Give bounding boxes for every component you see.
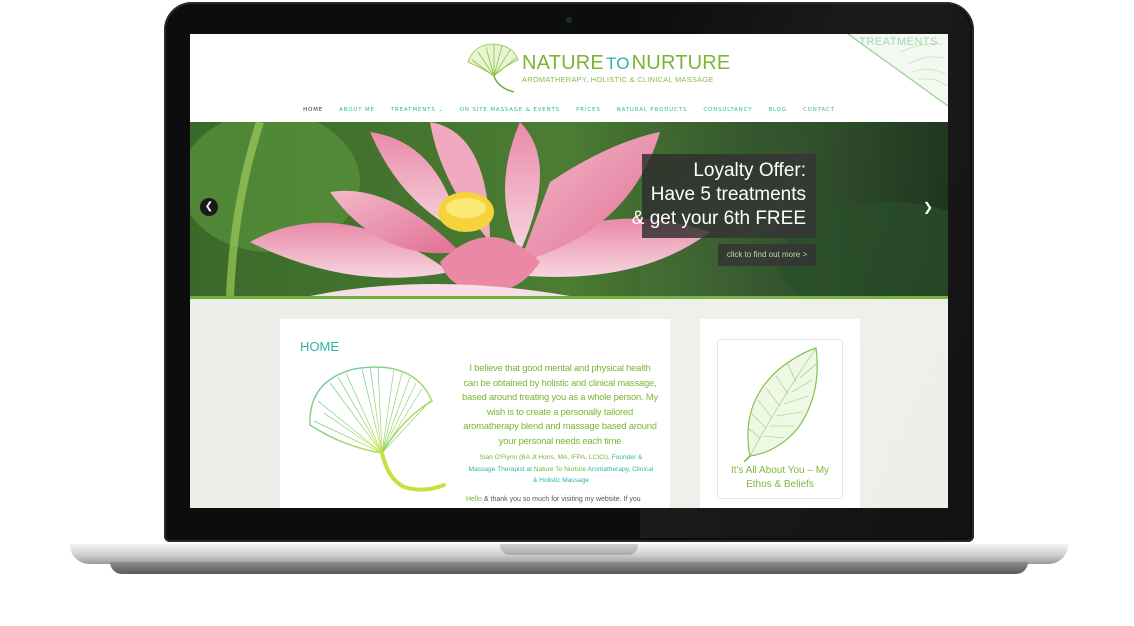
laptop-notch	[500, 544, 638, 555]
site-logo-title[interactable]: NATURE TO NURTURE	[522, 52, 730, 75]
main-nav: HOME ABOUT ME TREATMENTS ⌄ ON SITE MASSA…	[190, 107, 948, 119]
signature: Sian O'Flynn (BA Jt Hons, MA, IFPA, LCIC…	[466, 452, 656, 487]
offer-line-1: Loyalty Offer:	[693, 160, 806, 181]
ethos-widget[interactable]: It's All About You – My Ethos & Beliefs	[717, 339, 843, 499]
logo-word-to: TO	[605, 54, 630, 73]
nav-item-treatments[interactable]: TREATMENTS ⌄	[391, 107, 444, 119]
intro-quote: I believe that good mental and physical …	[462, 362, 658, 446]
find-out-more-button[interactable]: click to find out more >	[718, 244, 816, 266]
nav-item-about-me[interactable]: ABOUT ME	[339, 107, 375, 119]
nav-item-prices[interactable]: PRICES	[576, 107, 601, 119]
nav-item-consultancy[interactable]: CONSULTANCY	[703, 107, 752, 119]
laptop-base-edge	[110, 562, 1028, 574]
slider-next-button[interactable]: ❯	[919, 198, 937, 216]
slider-prev-button[interactable]: ❮	[200, 198, 218, 216]
hello-rest: & thank you so much for visiting my webs…	[483, 496, 641, 503]
camera-icon	[564, 15, 574, 25]
offer-line-3: & get your 6th FREE	[631, 208, 806, 229]
leaf-illustration	[743, 347, 818, 462]
sidebar-card: It's All About You – My Ethos & Beliefs	[700, 319, 860, 508]
hello-word: Hello	[466, 496, 482, 503]
logo-word-nurture: NURTURE	[631, 52, 731, 74]
offer-caption-box: Loyalty Offer: Have 5 treatments & get y…	[632, 154, 816, 238]
nav-item-on-site-massage[interactable]: ON SITE MASSAGE & EVENTS	[460, 107, 560, 119]
page-title: HOME	[300, 339, 339, 354]
offer-line-2: Have 5 treatments	[650, 184, 806, 205]
logo-word-nature: NATURE	[522, 52, 604, 74]
signature-company-link[interactable]: Nature To Nurture	[534, 466, 586, 473]
welcome-text: Hello & thank you so much for visiting m…	[466, 496, 641, 503]
ginkgo-leaf-illustration	[309, 366, 446, 492]
home-card: HOME I believe that good mental and phys…	[280, 319, 670, 508]
content-area: HOME I believe that good mental and phys…	[190, 299, 948, 508]
hero-slider[interactable]: ❮ ❯ Loyalty Offer: Have 5 treatments & g…	[190, 122, 948, 296]
site-logo-subtitle: AROMATHERAPY, HOLISTIC & CLINICAL MASSAG…	[522, 75, 714, 84]
lotus-flower-image	[190, 122, 948, 296]
signature-name: Sian O'Flynn (BA Jt Hons, MA, IFPA, LCIC…	[479, 454, 610, 461]
site-header: NATURE TO NURTURE AROMATHERAPY, HOLISTIC &…	[190, 34, 948, 122]
browser-screen: NATURE TO NURTURE AROMATHERAPY, HOLISTIC &…	[190, 34, 948, 508]
ginkgo-logo-icon[interactable]	[464, 40, 522, 96]
ethos-link[interactable]: It's All About You – My Ethos & Beliefs	[722, 464, 838, 492]
corner-treatments-label[interactable]: TREATMENTS	[859, 36, 938, 48]
nav-item-contact[interactable]: CONTACT	[803, 107, 835, 119]
nav-item-natural-products[interactable]: NATURAL PRODUCTS	[617, 107, 688, 119]
nav-item-blog[interactable]: BLOG	[768, 107, 787, 119]
nav-item-home[interactable]: HOME	[303, 107, 323, 119]
